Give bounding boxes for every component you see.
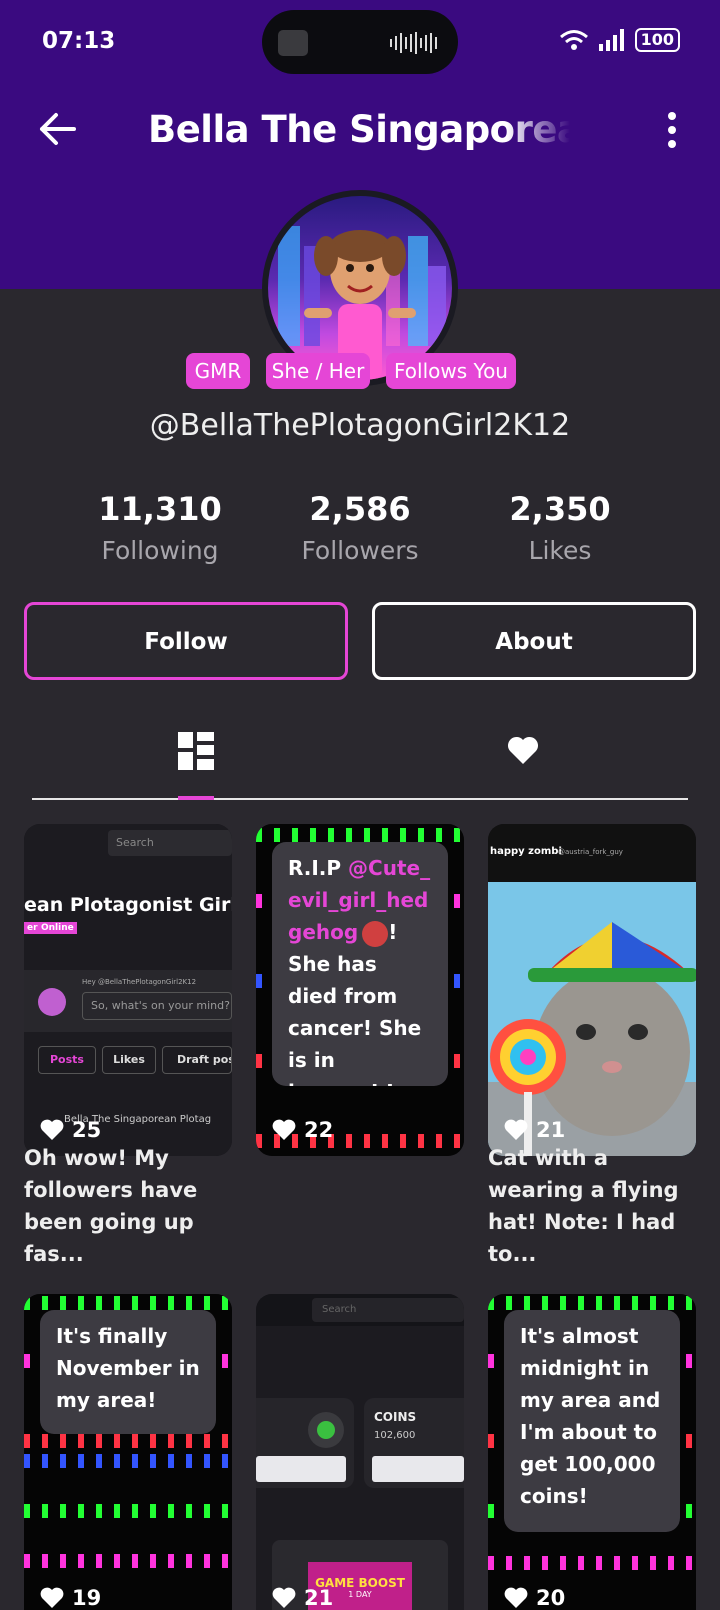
- thumb-status: Online: [38, 922, 77, 934]
- heart-icon: [40, 1587, 64, 1608]
- like-count: 21: [504, 1118, 565, 1142]
- username-handle: @BellaThePlotagonGirl2K12: [149, 408, 571, 443]
- system-icons: 100: [559, 28, 680, 52]
- thumb-panel-right: COINS 102,600: [364, 1398, 464, 1488]
- post-text-start: R.I.P: [288, 856, 349, 880]
- like-count: 25: [40, 1118, 101, 1142]
- heart-icon: [504, 1119, 528, 1140]
- like-number: 19: [72, 1586, 102, 1610]
- post-text-end: ! She has died from cancer! She is in he…: [288, 920, 422, 1086]
- thumb-tab-posts: Posts: [38, 1046, 96, 1074]
- about-button[interactable]: About: [372, 602, 696, 680]
- post-text-bubble: It's almost midnight in my area and I'm …: [504, 1310, 680, 1532]
- followers-label: Followers: [301, 536, 419, 565]
- like-number: 22: [304, 1118, 334, 1142]
- thumb-username: happy zombi: [490, 846, 562, 857]
- thumb-coins-value: 102,600: [374, 1430, 416, 1441]
- post-text-bubble: It's finally November in my area!: [40, 1310, 216, 1434]
- post-card[interactable]: happy zombi @austria_fork_guy 21: [488, 824, 696, 1156]
- post-thumbnail: Search ean Plotagonist Girl 20 er Online…: [24, 824, 232, 1156]
- like-count: 20: [504, 1586, 565, 1610]
- heart-icon: [40, 1119, 64, 1140]
- posts-grid-icon[interactable]: [178, 732, 214, 770]
- heart-icon: [504, 1587, 528, 1608]
- tag-pronouns: She / Her: [266, 353, 370, 389]
- thumb-composer: Hey @BellaThePlotagonGirl2K12 So, what's…: [24, 970, 232, 1032]
- signal-icon: [598, 29, 624, 51]
- thumb-topbar: Search: [256, 1294, 464, 1326]
- thumb-mind: So, what's on your mind?: [82, 992, 232, 1020]
- follow-button[interactable]: Follow: [24, 602, 348, 680]
- heart-icon: [272, 1119, 296, 1140]
- post-card[interactable]: Search ean Plotagonist Girl 20 er Online…: [24, 824, 232, 1156]
- like-number: 20: [536, 1586, 566, 1610]
- coin-icon: [308, 1412, 344, 1448]
- media-icon: [278, 30, 308, 56]
- heart-icon: [272, 1587, 296, 1608]
- like-number: 21: [304, 1586, 334, 1610]
- thumb-handle: @austria_fork_guy: [558, 848, 623, 856]
- thumb-tab-likes: Likes: [102, 1046, 156, 1074]
- thumb-tab-draft: Draft post: [162, 1046, 232, 1074]
- thumb-button: [372, 1456, 464, 1482]
- camera-pill: [262, 10, 458, 74]
- cat-image: [488, 882, 696, 1156]
- followers-count: 2,586: [309, 490, 411, 528]
- likes-count: 2,350: [509, 490, 611, 528]
- like-count: 21: [272, 1586, 333, 1610]
- thumb-coins-label: COINS: [374, 1410, 417, 1424]
- likes-label: Likes: [528, 536, 592, 565]
- status-time: 07:13: [42, 28, 116, 54]
- thumb-search: Search: [108, 830, 232, 856]
- like-count: 22: [272, 1118, 333, 1142]
- stat-likes[interactable]: 2,350 Likes: [460, 490, 660, 565]
- post-caption: Oh wow! My followers have been going up …: [24, 1146, 198, 1266]
- post-caption: Cat with a wearing a flying hat! Note: I…: [488, 1146, 679, 1266]
- thumb-greeting: Hey @BellaThePlotagonGirl2K12: [82, 978, 197, 986]
- profile-tags: GMR She / Her Follows You: [0, 353, 720, 389]
- hedgehog-emoji-icon: [362, 920, 389, 947]
- thumb-panel-left: [256, 1398, 354, 1488]
- wifi-icon: [559, 30, 588, 50]
- content-tabs: [32, 720, 688, 800]
- thumb-avatar: [38, 988, 66, 1016]
- following-label: Following: [101, 536, 219, 565]
- post-card[interactable]: Search COINS 102,600 GAME BOOST 1 DAY 21: [256, 1294, 464, 1610]
- tag-gmr: GMR: [186, 353, 250, 389]
- page-title: Bella The Singaporean Plotagonist Girl 2…: [148, 108, 570, 151]
- audio-wave-icon: [390, 32, 437, 54]
- tag-follows-you: Follows You: [386, 353, 516, 389]
- active-tab-indicator: [178, 796, 214, 800]
- following-count: 11,310: [98, 490, 222, 528]
- back-arrow-icon[interactable]: [36, 108, 78, 150]
- more-options-icon[interactable]: [660, 110, 684, 150]
- post-card[interactable]: It's almost midnight in my area and I'm …: [488, 1294, 696, 1610]
- status-bar: 07:13 100: [0, 0, 720, 86]
- post-card[interactable]: R.I.P @Cute_evil_girl_hedgehog! She has …: [256, 824, 464, 1156]
- post-text-bubble: R.I.P @Cute_evil_girl_hedgehog! She has …: [272, 842, 448, 1086]
- post-card[interactable]: It's finally November in my area! 19: [24, 1294, 232, 1610]
- like-number: 21: [536, 1118, 566, 1142]
- thumb-search: Search: [312, 1298, 464, 1322]
- like-number: 25: [72, 1118, 102, 1142]
- thumb-button: [256, 1456, 346, 1482]
- stat-following[interactable]: 11,310 Following: [60, 490, 260, 565]
- like-count: 19: [40, 1586, 101, 1610]
- battery-icon: 100: [634, 28, 680, 52]
- thumb-header: happy zombi @austria_fork_guy: [488, 824, 696, 882]
- stat-followers[interactable]: 2,586 Followers: [260, 490, 460, 565]
- thumb-title: ean Plotagonist Girl 20: [24, 894, 232, 916]
- liked-heart-icon[interactable]: [506, 734, 540, 766]
